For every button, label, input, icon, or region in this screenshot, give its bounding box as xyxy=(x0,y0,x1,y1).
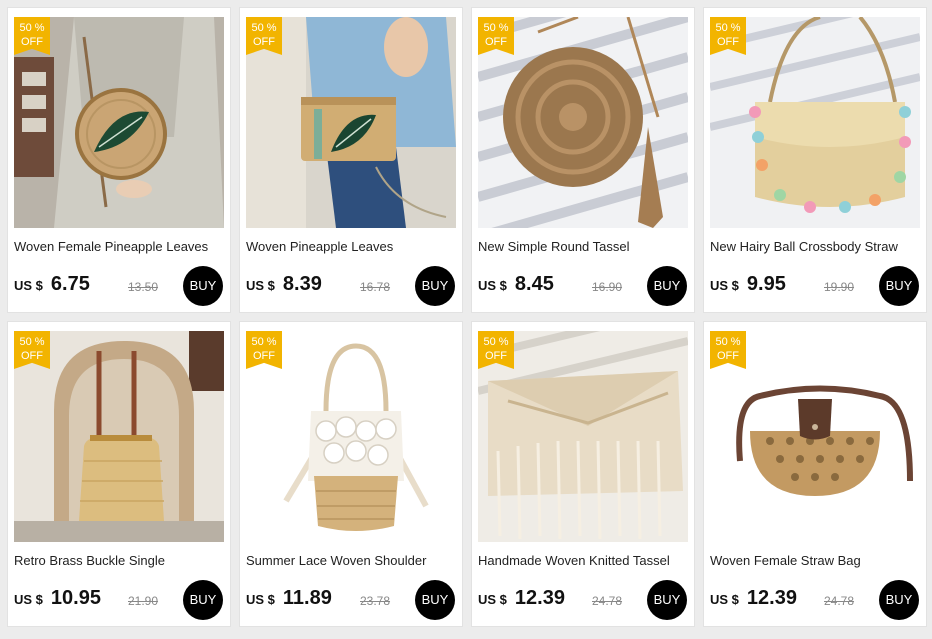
product-image[interactable]: 50 % OFF xyxy=(478,331,688,542)
product-card[interactable]: 50 % OFF Retro Brass Buckle Single US $ 1… xyxy=(7,321,231,627)
price: US $ 6.75 xyxy=(14,273,90,296)
product-title[interactable]: New Simple Round Tassel xyxy=(478,239,690,254)
product-card[interactable]: 50 % OFF New Simple Round Tassel US $ 8.4… xyxy=(471,7,695,313)
currency-label: US $ xyxy=(710,592,739,607)
product-card[interactable]: 50 % OFF Handmade Woven Knitted Tassel US… xyxy=(471,321,695,627)
product-image[interactable]: 50 % OFF xyxy=(14,17,224,228)
product-title[interactable]: Woven Female Pineapple Leaves xyxy=(14,239,226,254)
price: US $ 12.39 xyxy=(710,587,797,610)
currency-label: US $ xyxy=(710,278,739,293)
currency-label: US $ xyxy=(246,592,275,607)
buy-button[interactable]: BUY xyxy=(879,266,919,306)
price-value: 10.95 xyxy=(50,587,101,609)
price: US $ 11.89 xyxy=(246,587,332,610)
original-price: 23.78 xyxy=(360,594,391,608)
original-price: 24.78 xyxy=(824,594,855,608)
product-title[interactable]: New Hairy Ball Crossbody Straw xyxy=(710,239,922,254)
original-price: 21.90 xyxy=(128,594,159,608)
product-title[interactable]: Summer Lace Woven Shoulder xyxy=(246,553,458,568)
buy-button[interactable]: BUY xyxy=(183,580,223,620)
product-card[interactable]: 50 % OFF Summer Lace Woven Shoulder US $ … xyxy=(239,321,463,627)
currency-label: US $ xyxy=(478,592,507,607)
product-image[interactable]: 50 % OFF xyxy=(710,17,920,228)
original-price: 24.78 xyxy=(592,594,623,608)
product-title[interactable]: Woven Pineapple Leaves xyxy=(246,239,458,254)
product-image[interactable]: 50 % OFF xyxy=(246,17,456,228)
product-title[interactable]: Woven Female Straw Bag xyxy=(710,553,922,568)
buy-button[interactable]: BUY xyxy=(879,580,919,620)
product-card[interactable]: 50 % OFF Woven Female Pineapple Leaves US… xyxy=(7,7,231,313)
price-value: 6.75 xyxy=(50,273,90,295)
buy-button[interactable]: BUY xyxy=(647,266,687,306)
price: US $ 9.95 xyxy=(710,273,786,296)
price: US $ 8.45 xyxy=(478,273,554,296)
product-title[interactable]: Retro Brass Buckle Single xyxy=(14,553,226,568)
buy-button[interactable]: BUY xyxy=(183,266,223,306)
product-image[interactable]: 50 % OFF xyxy=(710,331,920,542)
product-card[interactable]: 50 % OFF Woven Pineapple Leaves US $ 8.39… xyxy=(239,7,463,313)
price-value: 12.39 xyxy=(746,587,797,609)
price-value: 11.89 xyxy=(282,587,332,609)
product-image[interactable]: 50 % OFF xyxy=(14,331,224,542)
currency-label: US $ xyxy=(478,278,507,293)
product-card[interactable]: 50 % OFF New Hairy Ball Crossbody Straw U… xyxy=(703,7,927,313)
price: US $ 8.39 xyxy=(246,273,322,296)
original-price: 16.90 xyxy=(592,280,623,294)
buy-button[interactable]: BUY xyxy=(647,580,687,620)
product-image[interactable]: 50 % OFF xyxy=(478,17,688,228)
product-image[interactable]: 50 % OFF xyxy=(246,331,456,542)
currency-label: US $ xyxy=(246,278,275,293)
price-value: 8.39 xyxy=(282,273,322,295)
price: US $ 10.95 xyxy=(14,587,101,610)
buy-button[interactable]: BUY xyxy=(415,266,455,306)
currency-label: US $ xyxy=(14,278,43,293)
currency-label: US $ xyxy=(14,592,43,607)
product-card[interactable]: 50 % OFF Woven Female Straw Bag US $ 12.3… xyxy=(703,321,927,627)
original-price: 19.90 xyxy=(824,280,855,294)
price-value: 12.39 xyxy=(514,587,565,609)
price: US $ 12.39 xyxy=(478,587,565,610)
product-title[interactable]: Handmade Woven Knitted Tassel xyxy=(478,553,690,568)
price-value: 9.95 xyxy=(746,273,786,295)
buy-button[interactable]: BUY xyxy=(415,580,455,620)
price-value: 8.45 xyxy=(514,273,554,295)
original-price: 13.50 xyxy=(128,280,159,294)
original-price: 16.78 xyxy=(360,280,391,294)
product-grid: 50 % OFF Woven Female Pineapple Leaves US… xyxy=(7,7,927,633)
